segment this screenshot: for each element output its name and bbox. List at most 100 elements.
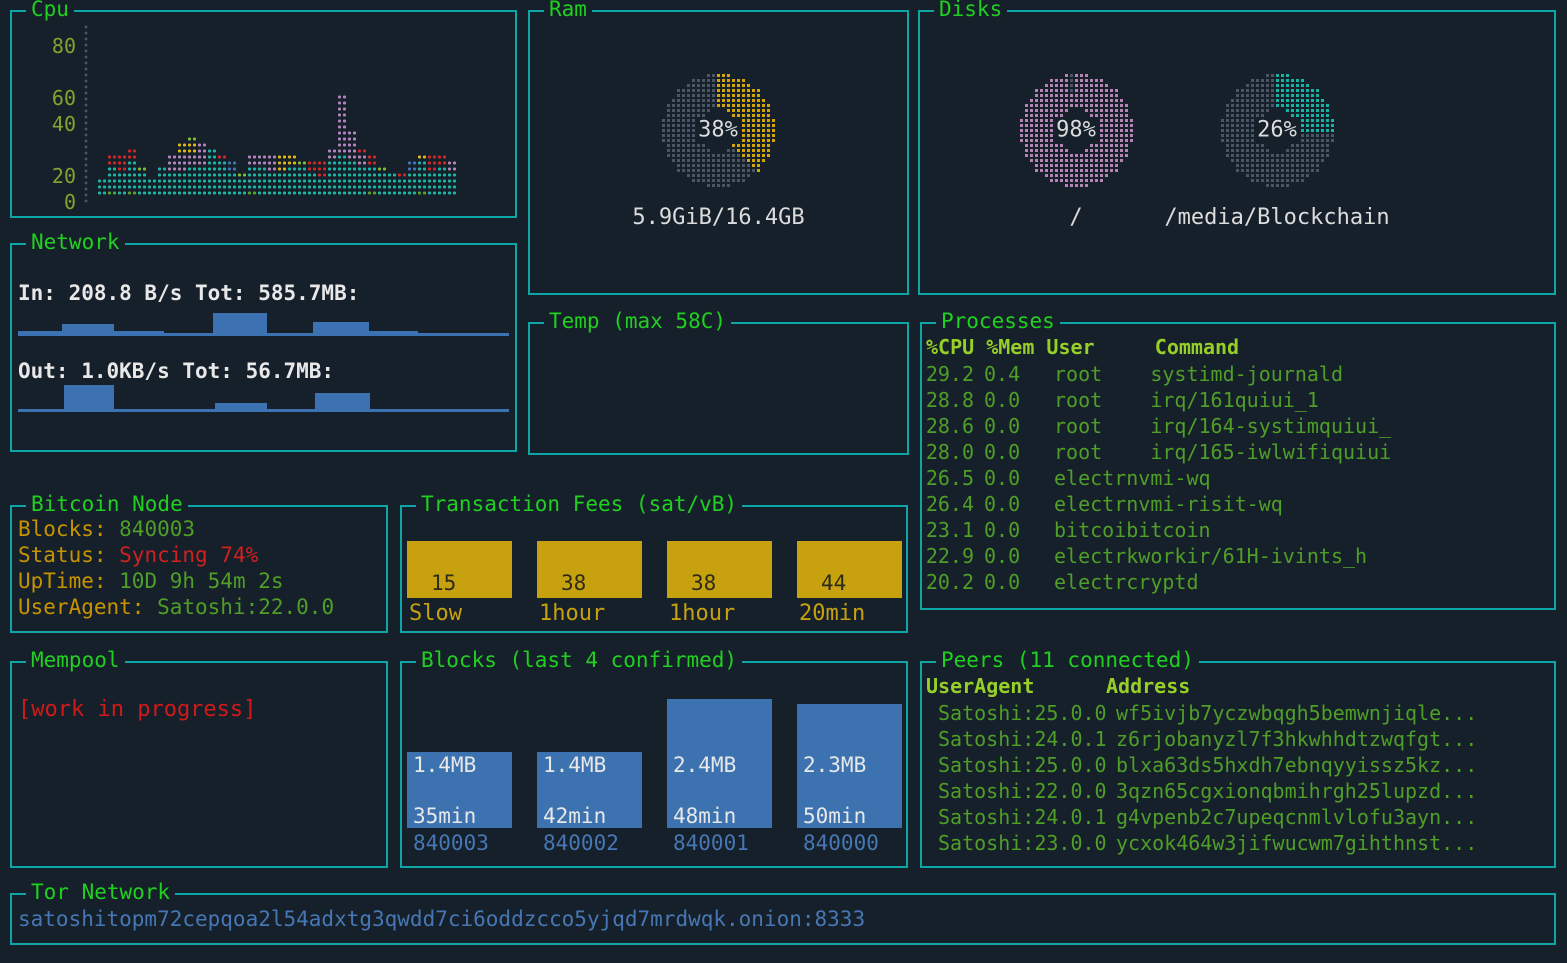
- donut-dot: [1295, 148, 1299, 152]
- donut-dot: [706, 183, 710, 187]
- donut-dot: [741, 118, 745, 122]
- donut-dot: [741, 143, 745, 147]
- donut-dot: [1280, 163, 1284, 167]
- donut-dot: [1099, 163, 1103, 167]
- donut-dot: [1129, 123, 1133, 127]
- donut-dot: [1315, 143, 1319, 147]
- donut-dot: [701, 113, 705, 117]
- donut-dot: [736, 153, 740, 157]
- processes-table-header: %CPU %Mem User Command: [926, 335, 1240, 359]
- donut-dot: [1099, 133, 1103, 137]
- donut-dot: [696, 143, 700, 147]
- ram-percent-label: 38%: [696, 117, 740, 143]
- donut-dot: [726, 108, 730, 112]
- donut-dot: [1315, 153, 1319, 157]
- cpu-chart-segment: [437, 154, 447, 166]
- donut-dot: [1094, 88, 1098, 92]
- network-in-label: In: 208.8 B/s Tot: 585.7MB:: [18, 281, 360, 305]
- donut-dot: [1250, 78, 1254, 82]
- donut-dot: [721, 73, 725, 77]
- block-height-number: 840003: [413, 831, 489, 855]
- cpu-chart-segment: [137, 172, 147, 196]
- donut-dot: [1024, 123, 1028, 127]
- donut-dot: [1094, 98, 1098, 102]
- donut-dot: [1255, 163, 1259, 167]
- donut-dot: [1230, 123, 1234, 127]
- donut-dot: [1064, 168, 1068, 172]
- donut-dot: [1034, 148, 1038, 152]
- donut-dot: [691, 138, 695, 142]
- donut-dot: [721, 98, 725, 102]
- cpu-chart-segment: [287, 166, 297, 196]
- donut-dot: [1034, 168, 1038, 172]
- donut-dot: [746, 153, 750, 157]
- donut-dot: [766, 153, 770, 157]
- donut-dot: [1235, 128, 1239, 132]
- donut-dot: [721, 83, 725, 87]
- fee-bar: 38: [537, 541, 642, 598]
- cpu-chart-column: [177, 142, 187, 196]
- donut-dot: [736, 88, 740, 92]
- donut-dot: [1039, 118, 1043, 122]
- bitcoin-node-label: Blocks:: [18, 517, 120, 541]
- donut-dot: [706, 78, 710, 82]
- donut-dot: [1245, 98, 1249, 102]
- donut-dot: [686, 148, 690, 152]
- donut-dot: [1119, 123, 1123, 127]
- donut-dot: [686, 98, 690, 102]
- donut-dot: [1084, 78, 1088, 82]
- donut-dot: [1039, 153, 1043, 157]
- donut-dot: [1310, 153, 1314, 157]
- donut-dot: [1094, 153, 1098, 157]
- donut-dot: [1245, 83, 1249, 87]
- process-mem: 0.0: [984, 414, 1021, 438]
- donut-dot: [1320, 123, 1324, 127]
- donut-dot: [1034, 133, 1038, 137]
- donut-dot: [1250, 138, 1254, 142]
- donut-dot: [1305, 158, 1309, 162]
- cpu-chart-segment: [417, 160, 427, 190]
- cpu-chart-column: [327, 148, 337, 196]
- donut-dot: [1245, 113, 1249, 117]
- donut-dot: [726, 93, 730, 97]
- donut-dot: [1104, 133, 1108, 137]
- donut-dot: [691, 153, 695, 157]
- donut-dot: [1079, 103, 1083, 107]
- block-cell: 1.4MB 35min 840003: [407, 663, 512, 866]
- donut-dot: [1235, 148, 1239, 152]
- donut-dot: [1225, 128, 1229, 132]
- donut-dot: [706, 98, 710, 102]
- donut-dot: [1315, 118, 1319, 122]
- donut-dot: [1109, 93, 1113, 97]
- donut-dot: [1275, 178, 1279, 182]
- donut-dot: [1225, 133, 1229, 137]
- donut-dot: [1119, 133, 1123, 137]
- donut-dot: [1300, 178, 1304, 182]
- donut-dot: [711, 73, 715, 77]
- cpu-chart-column: [377, 166, 387, 196]
- donut-dot: [751, 168, 755, 172]
- peers-header-useragent: UserAgent: [926, 674, 1035, 698]
- donut-dot: [1119, 103, 1123, 107]
- donut-dot: [1034, 143, 1038, 147]
- donut-dot: [1064, 83, 1068, 87]
- cpu-chart-segment: [157, 166, 167, 196]
- donut-dot: [716, 73, 720, 77]
- donut-dot: [1024, 148, 1028, 152]
- network-bar-segment: [163, 333, 213, 336]
- donut-dot: [1114, 148, 1118, 152]
- donut-dot: [716, 88, 720, 92]
- panel-cpu-title: Cpu: [26, 0, 74, 21]
- cpu-chart-column: [397, 172, 407, 196]
- donut-dot: [1094, 93, 1098, 97]
- donut-dot: [1325, 148, 1329, 152]
- donut-dot: [1084, 173, 1088, 177]
- cpu-chart-column: [337, 94, 347, 196]
- donut-dot: [1034, 93, 1038, 97]
- donut-dot: [676, 123, 680, 127]
- process-cpu: 28.6: [925, 414, 974, 438]
- donut-dot: [676, 93, 680, 97]
- donut-dot: [1285, 93, 1289, 97]
- donut-dot: [1064, 183, 1068, 187]
- network-bar-segment: [370, 409, 509, 412]
